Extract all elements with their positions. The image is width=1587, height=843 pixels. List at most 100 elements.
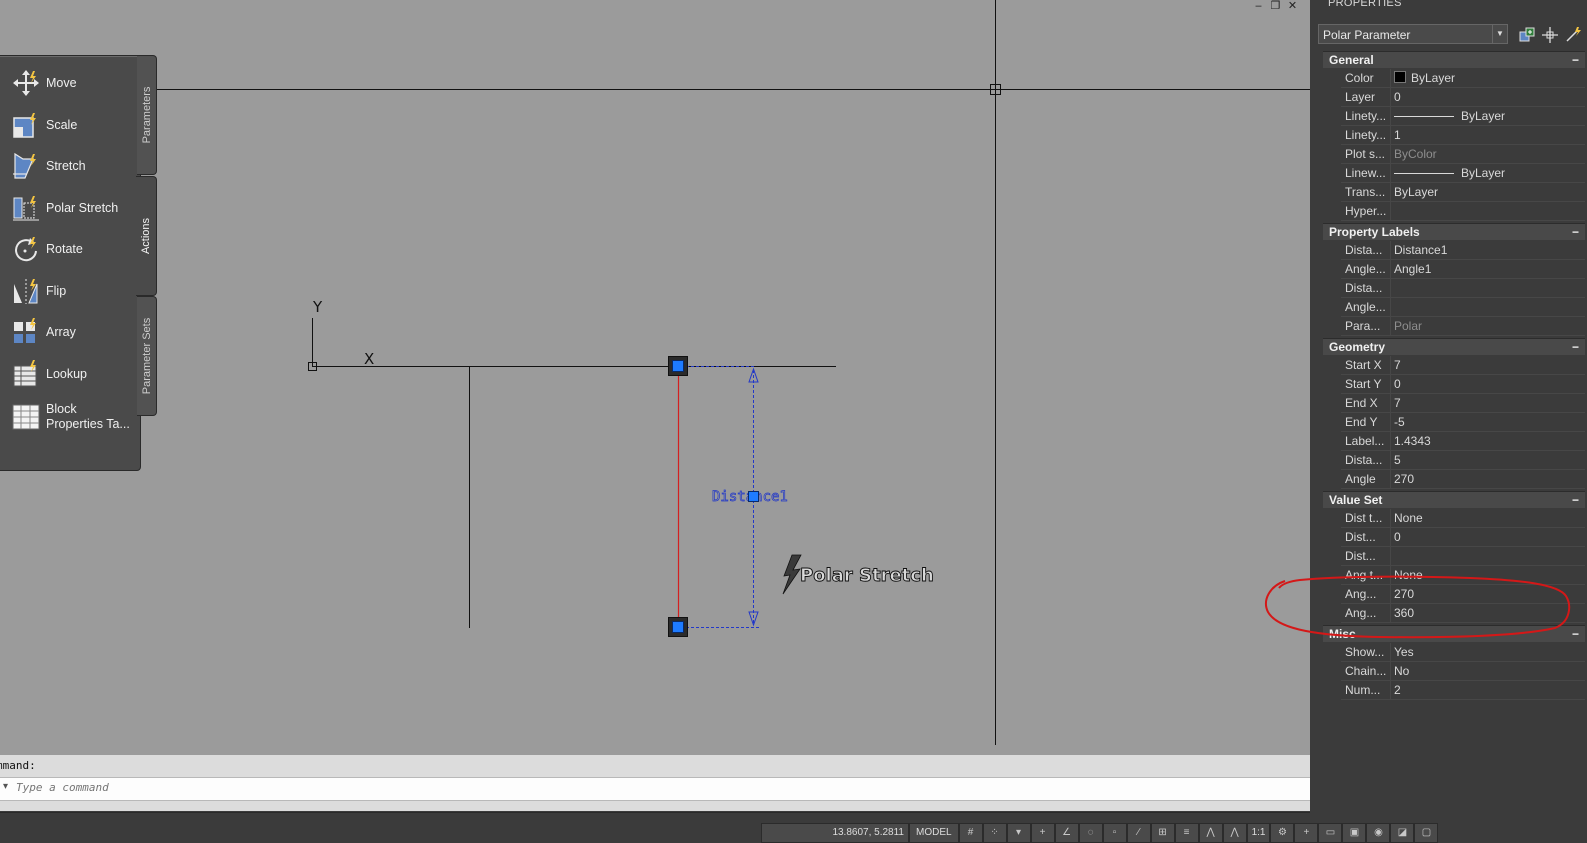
property-value[interactable]: Yes xyxy=(1390,643,1587,661)
property-value[interactable]: 0 xyxy=(1390,528,1587,546)
close-icon[interactable]: ✕ xyxy=(1287,0,1298,12)
command-dropdown-icon[interactable]: ▾ xyxy=(3,781,8,792)
tab-parameters[interactable]: Parameters xyxy=(137,55,157,175)
property-value[interactable]: ByLayer xyxy=(1390,164,1587,182)
property-row[interactable]: Dist... 0 xyxy=(1341,528,1585,547)
property-row[interactable]: End Y -5 xyxy=(1341,413,1585,432)
drawing-canvas[interactable]: Y X Distance1 Polar Stretch ‒ ❐ ✕ xyxy=(0,0,1310,755)
tool-scale[interactable]: Scale xyxy=(11,107,136,143)
quick-properties-icon[interactable]: ▣ xyxy=(1342,823,1367,843)
property-value[interactable]: No xyxy=(1390,662,1587,680)
tab-actions[interactable]: Actions xyxy=(136,176,157,296)
section-header-general[interactable]: General − xyxy=(1323,51,1585,68)
property-row[interactable]: Trans... ByLayer xyxy=(1341,183,1585,202)
property-row[interactable]: End X 7 xyxy=(1341,394,1585,413)
property-value[interactable] xyxy=(1390,279,1587,297)
property-row[interactable]: Hyper... xyxy=(1341,202,1585,221)
infer-icon[interactable]: ▾ xyxy=(1006,823,1031,843)
property-value[interactable] xyxy=(1390,202,1587,220)
property-row[interactable]: Angle... xyxy=(1341,298,1585,317)
tool-lookup[interactable]: Lookup xyxy=(11,356,136,392)
property-row[interactable]: Color ByLayer xyxy=(1341,69,1585,88)
workspace-gear-icon[interactable]: ⚙ xyxy=(1270,823,1295,843)
property-row[interactable]: Para... Polar xyxy=(1341,317,1585,336)
tool-stretch[interactable]: Stretch xyxy=(11,148,136,184)
property-row[interactable]: Start X 7 xyxy=(1341,356,1585,375)
property-value[interactable]: 0 xyxy=(1390,88,1587,106)
ortho-icon[interactable]: + xyxy=(1030,823,1055,843)
property-value[interactable]: ByLayer xyxy=(1390,69,1587,87)
collapse-icon[interactable]: − xyxy=(1572,492,1579,509)
section-header-geometry[interactable]: Geometry − xyxy=(1323,338,1585,355)
property-value[interactable]: ByLayer xyxy=(1390,107,1587,125)
property-value[interactable] xyxy=(1390,547,1587,565)
property-row[interactable]: Chain... No xyxy=(1341,662,1585,681)
section-header-property-labels[interactable]: Property Labels − xyxy=(1323,223,1585,240)
otrack-icon[interactable]: ∕ xyxy=(1126,823,1151,843)
property-value[interactable]: 2 xyxy=(1390,681,1587,699)
isolate-objects-icon[interactable]: ◉ xyxy=(1366,823,1391,843)
property-row[interactable]: Linety... ByLayer xyxy=(1341,107,1585,126)
tool-flip[interactable]: Flip xyxy=(11,273,136,309)
grid-icon[interactable]: # xyxy=(958,823,983,843)
property-row[interactable]: Dist... xyxy=(1341,547,1585,566)
property-row[interactable]: Start Y 0 xyxy=(1341,375,1585,394)
command-input[interactable] xyxy=(14,780,618,795)
grip-top[interactable] xyxy=(672,360,684,372)
isodraft-icon[interactable]: ◌ xyxy=(1078,823,1103,843)
chevron-down-icon[interactable]: ▼ xyxy=(1492,25,1507,43)
property-row[interactable]: Linety... 1 xyxy=(1341,126,1585,145)
snap-icon[interactable]: ⁘ xyxy=(982,823,1007,843)
property-value[interactable]: 5 xyxy=(1390,451,1587,469)
polar-icon[interactable]: ∠ xyxy=(1054,823,1079,843)
property-value[interactable]: ByLayer xyxy=(1390,183,1587,201)
plus-icon[interactable]: + xyxy=(1294,823,1319,843)
property-row[interactable]: Show... Yes xyxy=(1341,643,1585,662)
property-value[interactable]: 0 xyxy=(1390,375,1587,393)
property-value[interactable]: 270 xyxy=(1390,585,1587,603)
property-row[interactable]: Plot s... ByColor xyxy=(1341,145,1585,164)
minimize-icon[interactable]: ‒ xyxy=(1253,0,1264,12)
annotation-scale-icon[interactable]: ⋀ xyxy=(1222,823,1247,843)
toggle-pickadd-icon[interactable] xyxy=(1518,26,1536,44)
clean-screen-icon[interactable]: ▢ xyxy=(1414,823,1439,843)
property-row[interactable]: Num... 2 xyxy=(1341,681,1585,700)
collapse-icon[interactable]: − xyxy=(1572,52,1579,69)
restore-icon[interactable]: ❐ xyxy=(1270,0,1281,12)
property-row[interactable]: Label... 1.4343 xyxy=(1341,432,1585,451)
quick-select-icon[interactable] xyxy=(1564,26,1582,44)
property-row[interactable]: Ang... 360 xyxy=(1341,604,1585,623)
property-row[interactable]: Angle... Angle1 xyxy=(1341,260,1585,279)
tool-rotate[interactable]: Rotate xyxy=(11,231,136,267)
grip-bottom[interactable] xyxy=(672,621,684,633)
command-input-box[interactable]: ▾ xyxy=(0,777,1310,801)
property-row[interactable]: Ang t... None xyxy=(1341,566,1585,585)
collapse-icon[interactable]: − xyxy=(1572,339,1579,356)
annotation-scale-value[interactable]: 1:1 xyxy=(1246,823,1271,843)
object-type-dropdown[interactable]: Polar Parameter ▼ xyxy=(1318,24,1508,44)
tool-block-properties-table[interactable]: Block Properties Ta... xyxy=(11,397,136,437)
property-row[interactable]: Layer 0 xyxy=(1341,88,1585,107)
model-space-button[interactable]: MODEL xyxy=(909,823,959,843)
property-row[interactable]: Ang... 270 xyxy=(1341,585,1585,604)
annotation-visibility-icon[interactable]: ⋀ xyxy=(1198,823,1223,843)
units-icon[interactable]: ▭ xyxy=(1318,823,1343,843)
property-row[interactable]: Dista... 5 xyxy=(1341,451,1585,470)
tool-polar-stretch[interactable]: Polar Stretch xyxy=(11,190,136,226)
property-row[interactable]: Dista... xyxy=(1341,279,1585,298)
section-header-misc[interactable]: Misc − xyxy=(1323,625,1585,642)
property-row[interactable]: Angle 270 xyxy=(1341,470,1585,489)
tool-array[interactable]: Array xyxy=(11,314,136,350)
grip-label[interactable] xyxy=(748,491,759,502)
collapse-icon[interactable]: − xyxy=(1572,626,1579,643)
drawing-svg[interactable]: Y X Distance1 Polar Stretch xyxy=(0,0,1310,755)
select-objects-icon[interactable] xyxy=(1541,26,1559,44)
tab-parameter-sets[interactable]: Parameter Sets xyxy=(137,296,157,416)
property-value[interactable]: None xyxy=(1390,566,1587,584)
property-value[interactable]: 7 xyxy=(1390,394,1587,412)
osnap-icon[interactable]: ▫ xyxy=(1102,823,1127,843)
section-header-value-set[interactable]: Value Set − xyxy=(1323,491,1585,508)
property-value[interactable]: Angle1 xyxy=(1390,260,1587,278)
property-value[interactable]: Distance1 xyxy=(1390,241,1587,259)
property-value[interactable]: -5 xyxy=(1390,413,1587,431)
